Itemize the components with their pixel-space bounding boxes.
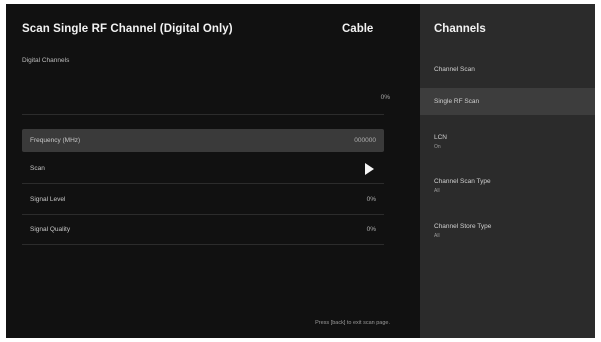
scan-panel: Scan Single RF Channel (Digital Only) Ca…	[6, 4, 420, 338]
signal-quality-value: 0%	[366, 226, 376, 233]
frequency-label: Frequency (MHz)	[30, 137, 81, 144]
sidebar-item-channel-scan[interactable]: Channel Scan	[420, 58, 595, 82]
play-icon[interactable]	[365, 162, 374, 175]
sidebar-item-single-rf-scan[interactable]: Single RF Scan	[420, 88, 595, 115]
signal-level-row: Signal Level 0%	[22, 188, 384, 211]
frequency-value: 000000	[354, 137, 376, 144]
sidebar-item-label: Channel Scan Type	[434, 178, 491, 185]
divider	[22, 214, 384, 215]
frequency-row[interactable]: Frequency (MHz) 000000	[22, 129, 384, 152]
digital-channels-label: Digital Channels	[22, 57, 70, 64]
sidebar-item-label: Channel Store Type	[434, 223, 492, 230]
digital-channels-value: 0%	[380, 94, 390, 101]
sidebar-item-channel-scan-type[interactable]: Channel Scan Type All	[420, 174, 595, 204]
signal-level-value: 0%	[366, 196, 376, 203]
sidebar-item-label: Single RF Scan	[434, 98, 480, 105]
signal-quality-label: Signal Quality	[30, 226, 71, 233]
page-title: Scan Single RF Channel (Digital Only)	[22, 23, 233, 35]
scan-label: Scan	[30, 165, 45, 172]
sidebar-item-value: All	[434, 188, 440, 194]
channels-sidebar: Channels Channel Scan Single RF Scan LCN…	[420, 4, 595, 338]
scan-row[interactable]: Scan	[22, 157, 384, 180]
sidebar-item-value: All	[434, 233, 440, 239]
exit-hint: Press [back] to exit scan page.	[315, 320, 390, 326]
sidebar-item-value: On	[434, 144, 441, 150]
sidebar-title: Channels	[434, 23, 486, 35]
sidebar-item-label: LCN	[434, 134, 448, 141]
divider	[22, 183, 384, 184]
divider	[22, 244, 384, 245]
tv-screen: Scan Single RF Channel (Digital Only) Ca…	[6, 4, 595, 338]
signal-level-label: Signal Level	[30, 196, 66, 203]
divider	[22, 114, 384, 115]
sidebar-item-channel-store-type[interactable]: Channel Store Type All	[420, 219, 595, 249]
signal-quality-row: Signal Quality 0%	[22, 218, 384, 241]
sidebar-item-label: Channel Scan	[434, 66, 475, 73]
tuner-mode-label: Cable	[342, 23, 374, 35]
sidebar-item-lcn[interactable]: LCN On	[420, 130, 595, 160]
